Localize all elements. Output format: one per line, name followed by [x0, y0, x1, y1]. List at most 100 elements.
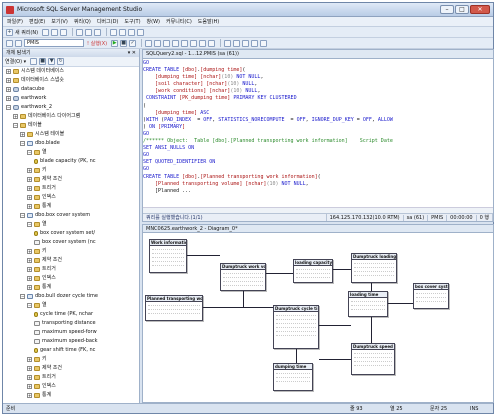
tree-node[interactable]: + 통계	[27, 202, 51, 210]
code-line[interactable]: GO	[143, 131, 493, 138]
menu-file[interactable]: 파일(F)	[7, 18, 23, 25]
expand-toggle-icon[interactable]: +	[27, 275, 32, 281]
expand-toggle-icon[interactable]: +	[27, 203, 32, 209]
tree-node[interactable]: transporting distance	[34, 319, 96, 327]
expand-toggle-icon[interactable]: +	[27, 392, 32, 398]
mdx-query-icon[interactable]	[60, 28, 68, 36]
tree-node[interactable]: + 트리거	[27, 265, 56, 273]
diagram-table[interactable]: box cover system	[413, 283, 449, 309]
tree-node[interactable]: − 열	[27, 148, 47, 156]
connect-button[interactable]: 연결(O) ▾	[5, 58, 26, 65]
menu-window[interactable]: 창(W)	[147, 18, 160, 25]
client-stats-icon[interactable]	[181, 39, 189, 47]
results-text-icon[interactable]	[190, 39, 198, 47]
results-file-icon[interactable]	[208, 39, 216, 47]
parse-icon[interactable]: ✓	[129, 39, 137, 47]
expand-toggle-icon[interactable]: +	[27, 365, 32, 371]
code-line[interactable]: [work conditions] [nchar](10) NULL,	[143, 88, 493, 95]
tree-node[interactable]: + 제약 조건	[27, 175, 62, 183]
code-line[interactable]: [dumping time] [nchar](10) NOT NULL,	[143, 74, 493, 81]
change-connection-icon[interactable]	[15, 39, 22, 47]
tree-node[interactable]: + 통계	[27, 283, 51, 291]
tree-node[interactable]: + 통계	[27, 391, 51, 399]
analysis-query-icon[interactable]	[51, 28, 59, 36]
diagram-table[interactable]: Dumptruck work volume p	[220, 263, 266, 291]
diagram-table[interactable]: Dumptruck cycle ti	[273, 305, 319, 349]
menu-edit[interactable]: 편집(E)	[29, 18, 45, 25]
expand-toggle-icon[interactable]: −	[6, 104, 11, 110]
expand-toggle-icon[interactable]: +	[27, 248, 32, 254]
tree-node[interactable]: + 인덱스	[27, 193, 56, 201]
editor-tab[interactable]: SQLQuery2.sql - 1...12.PMIS (sa (61))	[143, 50, 493, 59]
tree-node[interactable]: maximum speed-forw	[34, 328, 97, 336]
code-line[interactable]: [soil character] [nchar](10) NULL,	[143, 81, 493, 88]
save-icon[interactable]	[85, 28, 93, 36]
code-line[interactable]: (	[143, 103, 493, 110]
stop-icon[interactable]: ■	[39, 58, 47, 65]
tree-node[interactable]: + 트리거	[27, 184, 56, 192]
object-explorer-icon[interactable]	[119, 28, 127, 36]
minimize-button[interactable]: –	[440, 5, 454, 14]
tree-node[interactable]: + 시스템 데이터베이스	[6, 67, 64, 75]
decrease-indent-icon[interactable]	[242, 39, 250, 47]
tree-node[interactable]: + 데이터베이스 스냅숏	[6, 76, 64, 84]
relationship-line[interactable]	[243, 291, 244, 307]
expand-toggle-icon[interactable]: +	[27, 176, 32, 182]
expand-toggle-icon[interactable]: −	[27, 149, 32, 155]
diagram-table[interactable]: Dumptruck loading c	[351, 253, 397, 283]
expand-toggle-icon[interactable]: +	[27, 194, 32, 200]
code-line[interactable]: )WITH (PAD_INDEX = OFF, STATISTICS_NOREC…	[143, 117, 493, 124]
maximize-button[interactable]: □	[455, 5, 469, 14]
menu-view[interactable]: 보기(V)	[51, 18, 68, 25]
expand-toggle-icon[interactable]: +	[27, 167, 32, 173]
stop-icon[interactable]: ■	[120, 39, 128, 47]
menu-help[interactable]: 도움말(H)	[198, 18, 219, 25]
debug-icon[interactable]: ▶	[111, 39, 119, 47]
tree-node[interactable]: gear shift time (FK, nc	[34, 346, 95, 354]
code-area[interactable]: GO CREATE TABLE [dbo].[dumping time]( [du…	[143, 59, 493, 206]
relationship-line[interactable]	[319, 325, 351, 326]
filter-icon[interactable]: ▼	[48, 58, 56, 65]
relationship-line[interactable]	[388, 303, 413, 304]
tree-node[interactable]: + 데이터베이스 다이어그램	[13, 112, 80, 120]
diagram-table[interactable]: Planned transporting work infor	[145, 295, 203, 321]
expand-toggle-icon[interactable]: −	[20, 140, 25, 146]
code-line[interactable]: [dumping time] ASC	[143, 110, 493, 117]
diagram-table[interactable]: dumping time	[273, 363, 313, 391]
save-all-icon[interactable]	[94, 28, 102, 36]
expand-toggle-icon[interactable]: −	[27, 302, 32, 308]
expand-toggle-icon[interactable]: +	[27, 257, 32, 263]
code-line[interactable]: SET ANSI_NULLS ON	[143, 145, 493, 152]
expand-toggle-icon[interactable]: +	[27, 383, 32, 389]
tree-node[interactable]: + earthwork	[6, 94, 46, 102]
expand-toggle-icon[interactable]: −	[13, 122, 18, 128]
relationship-line[interactable]	[371, 317, 372, 343]
menu-tools[interactable]: 도구(T)	[124, 18, 140, 25]
menu-debug[interactable]: 디버그(D)	[97, 18, 119, 25]
intellisense-icon[interactable]	[163, 39, 171, 47]
results-grid-icon[interactable]	[199, 39, 207, 47]
expand-toggle-icon[interactable]: −	[27, 221, 32, 227]
display-plan-icon[interactable]	[145, 39, 153, 47]
uncomment-icon[interactable]	[233, 39, 241, 47]
pane-close-icon[interactable]: ▾ ✕	[128, 49, 136, 57]
disconnect-icon[interactable]	[30, 58, 38, 65]
tree-node[interactable]: box cover system set/	[34, 229, 95, 237]
tree-node[interactable]: + 제약 조건	[27, 364, 62, 372]
diagram-tab[interactable]: MNC0625.earthwork_2 - Diagram_0*	[143, 225, 493, 233]
tree-node[interactable]: cycle time (PK, nchar	[34, 310, 93, 318]
diagram-table[interactable]: loading capacity	[293, 259, 333, 283]
tree-node[interactable]: + 키	[27, 355, 47, 363]
template-explorer-icon[interactable]	[128, 28, 136, 36]
expand-toggle-icon[interactable]: +	[6, 95, 11, 101]
tree-node[interactable]: − 열	[27, 301, 47, 309]
code-line[interactable]: [Planned ...	[143, 188, 493, 195]
relationship-line[interactable]	[319, 359, 351, 360]
tree-node[interactable]: − earthwork_2	[6, 103, 52, 111]
relationship-line[interactable]	[371, 283, 372, 291]
refresh-icon[interactable]: ↻	[57, 58, 65, 65]
close-button[interactable]: ✕	[470, 5, 490, 14]
relationship-line[interactable]	[187, 255, 220, 256]
database-select[interactable]: PMIS	[24, 39, 84, 47]
connect-icon[interactable]	[6, 39, 13, 47]
